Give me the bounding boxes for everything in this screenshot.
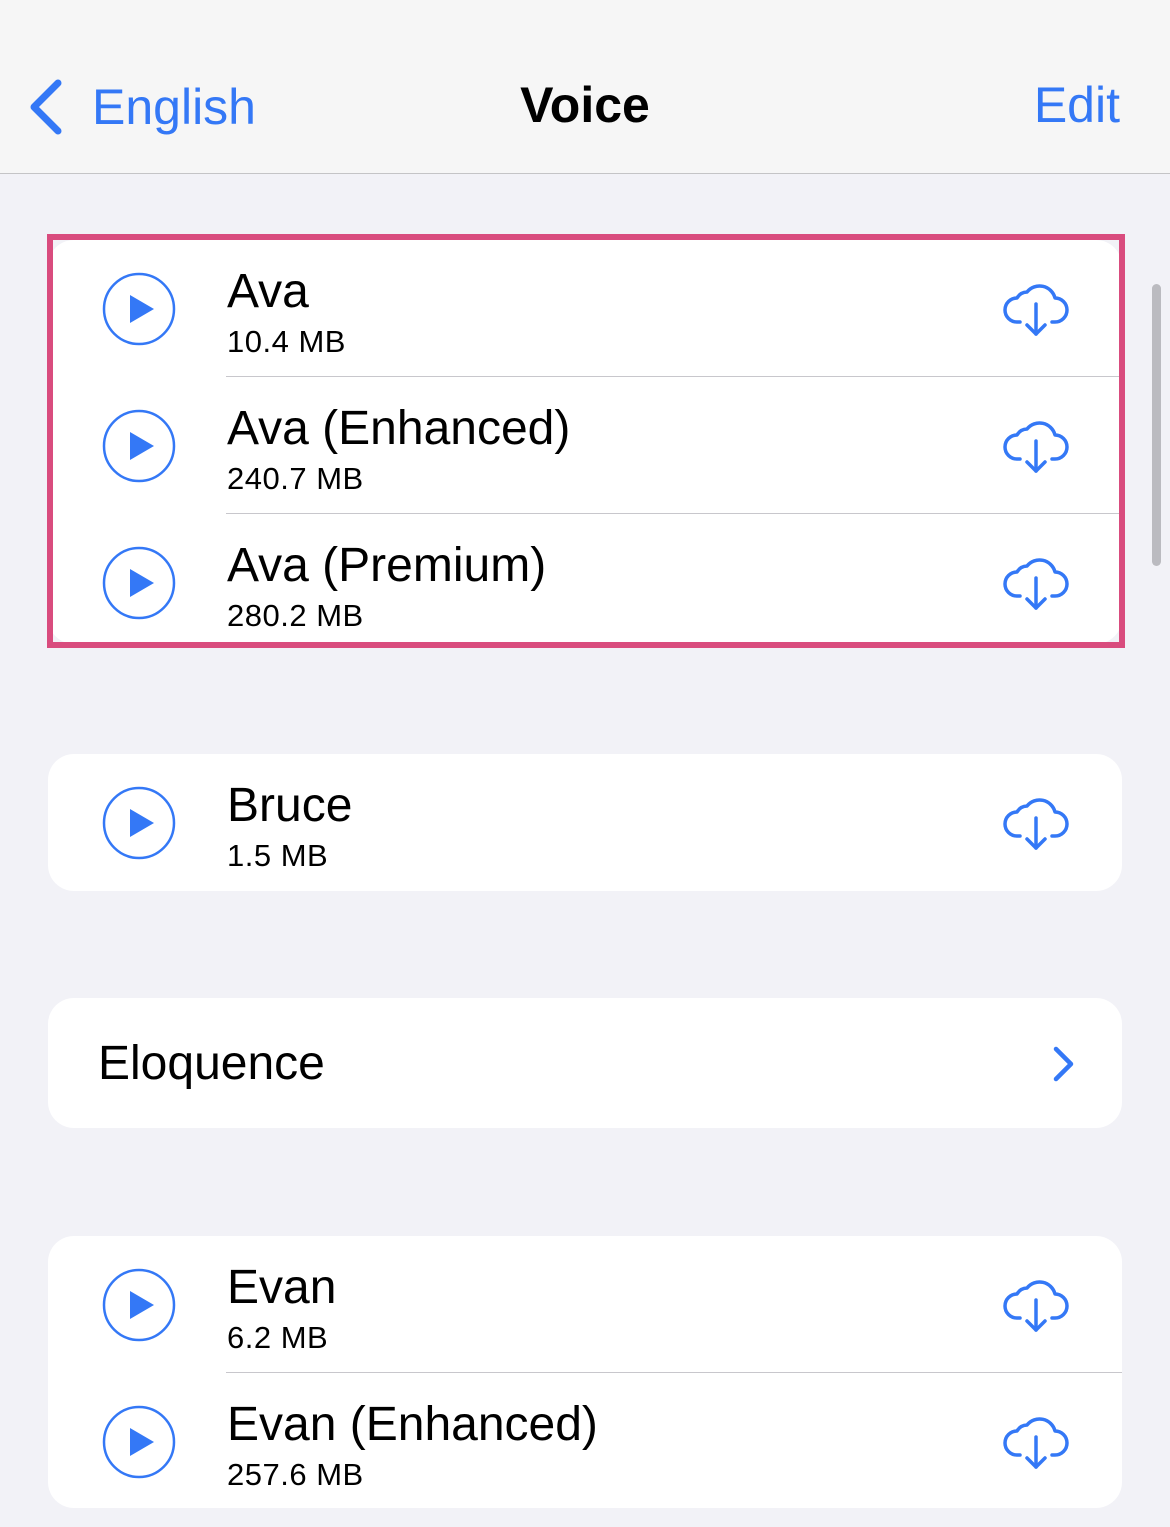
scrollbar[interactable]	[1152, 284, 1161, 566]
play-icon[interactable]	[102, 1268, 176, 1342]
eloquence-label: Eloquence	[98, 1037, 325, 1090]
voice-size: 6.2 MB	[227, 1320, 329, 1355]
cloud-download-icon[interactable]	[1003, 550, 1069, 614]
voice-group-ava: Ava 10.4 MB Ava (Enhanced) 240.7 MB Ava …	[48, 240, 1122, 644]
navigation-bar: English Voice Edit	[0, 0, 1170, 174]
voice-name: Bruce	[227, 779, 353, 832]
play-icon[interactable]	[102, 272, 176, 346]
cloud-download-icon[interactable]	[1003, 790, 1069, 854]
play-icon[interactable]	[102, 409, 176, 483]
voice-size: 280.2 MB	[227, 598, 364, 633]
voice-size: 1.5 MB	[227, 838, 329, 873]
voice-size: 10.4 MB	[227, 324, 346, 359]
voice-name: Ava	[227, 265, 309, 318]
voice-name: Evan (Enhanced)	[227, 1398, 598, 1451]
eloquence-row[interactable]: Eloquence	[48, 998, 1122, 1128]
voice-size: 257.6 MB	[227, 1457, 364, 1492]
cloud-download-icon[interactable]	[1003, 1272, 1069, 1336]
voice-row[interactable]: Evan (Enhanced) 257.6 MB	[48, 1373, 1122, 1508]
page-title: Voice	[520, 77, 650, 133]
cloud-download-icon[interactable]	[1003, 1409, 1069, 1473]
voice-group-evan: Evan 6.2 MB Evan (Enhanced) 257.6 MB	[48, 1236, 1122, 1508]
voice-row[interactable]: Evan 6.2 MB	[48, 1236, 1122, 1373]
play-icon[interactable]	[102, 786, 176, 860]
cloud-download-icon[interactable]	[1003, 276, 1069, 340]
play-icon[interactable]	[102, 546, 176, 620]
voice-row[interactable]: Ava (Enhanced) 240.7 MB	[48, 377, 1122, 514]
play-icon[interactable]	[102, 1405, 176, 1479]
eloquence-group: Eloquence	[48, 998, 1122, 1128]
edit-button[interactable]: Edit	[1034, 80, 1120, 130]
cloud-download-icon[interactable]	[1003, 413, 1069, 477]
voice-row[interactable]: Ava (Premium) 280.2 MB	[48, 514, 1122, 644]
voice-name: Ava (Enhanced)	[227, 402, 571, 455]
chevron-right-icon	[1053, 1046, 1074, 1082]
voice-row[interactable]: Bruce 1.5 MB	[48, 754, 1122, 891]
voice-row[interactable]: Ava 10.4 MB	[48, 240, 1122, 377]
voice-group-bruce: Bruce 1.5 MB	[48, 754, 1122, 891]
voice-name: Ava (Premium)	[227, 539, 547, 592]
voice-name: Evan	[227, 1261, 337, 1314]
voice-size: 240.7 MB	[227, 461, 364, 496]
